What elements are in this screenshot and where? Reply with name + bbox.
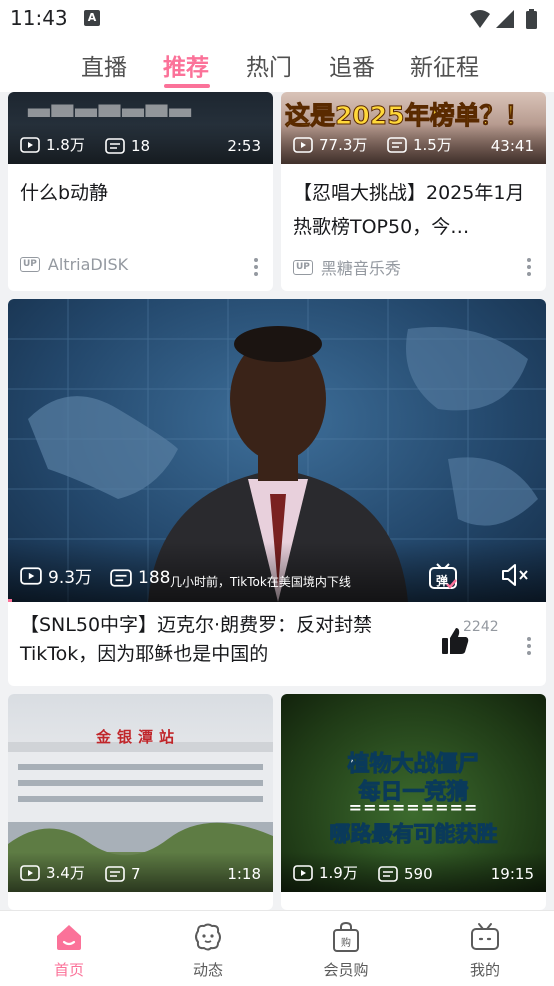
video-thumbnail: 金银潭站 3.4万 7 1:18 xyxy=(8,694,273,892)
duration: 2:53 xyxy=(227,137,261,155)
more-options-button[interactable] xyxy=(526,258,532,278)
dynamics-icon xyxy=(195,923,221,951)
play-count-icon xyxy=(20,864,40,881)
play-count-icon xyxy=(20,136,40,153)
danmaku-count: 590 xyxy=(404,865,433,883)
nav-mine[interactable]: 我的 xyxy=(445,919,525,980)
status-icons xyxy=(468,8,544,30)
featured-video-card[interactable]: 9.3万 188 几小时前，TikTok在美国境内下线 弹 【SNL50中字】迈… xyxy=(8,299,546,686)
duration: 19:15 xyxy=(490,865,534,883)
tab-hot[interactable]: 热门 xyxy=(246,48,292,82)
like-count: 2242 xyxy=(463,619,499,635)
duration: 1:18 xyxy=(227,865,261,883)
danmaku-count: 1.5万 xyxy=(413,136,452,154)
nav-home[interactable]: 首页 xyxy=(29,919,109,980)
video-title[interactable]: 什么b动静 xyxy=(20,176,259,210)
top-tabs: 直播 推荐 热门 追番 新征程 xyxy=(0,38,554,92)
duration: 43:41 xyxy=(490,137,534,155)
progress-bar xyxy=(8,599,12,602)
danmaku-icon xyxy=(378,866,398,882)
view-count: 77.3万 xyxy=(319,136,368,154)
wifi-icon xyxy=(470,10,490,28)
notification-icon: A xyxy=(84,10,100,26)
danmaku-icon xyxy=(105,866,125,882)
svg-text:购: 购 xyxy=(341,936,351,949)
danmaku-count: 7 xyxy=(131,865,141,883)
view-count: 3.4万 xyxy=(46,864,85,882)
mute-button[interactable] xyxy=(500,562,530,588)
status-bar: 11:43 A xyxy=(0,0,554,38)
danmaku-icon xyxy=(387,136,407,153)
uploader-name[interactable]: 黑糖音乐秀 xyxy=(321,255,401,279)
home-icon xyxy=(57,925,81,950)
up-badge: UP xyxy=(293,259,313,275)
danmaku-toggle-label: 弹 xyxy=(436,574,449,588)
view-count: 1.9万 xyxy=(319,864,358,882)
video-card[interactable]: 这是2025年榜单？！ 77.3万 1.5万 43:41 【忍唱大挑战】2025… xyxy=(281,92,546,291)
nav-label: 首页 xyxy=(53,961,84,979)
tab-live[interactable]: 直播 xyxy=(81,48,127,82)
video-thumbnail: 植物大战僵尸 每日一竞猜 ========= 哪路最有可能获胜 1.9万 590… xyxy=(281,694,546,892)
video-title[interactable]: 【忍唱大挑战】2025年1月热歌榜TOP50，今… xyxy=(293,176,532,244)
signal-icon xyxy=(496,10,514,28)
video-card[interactable]: 植物大战僵尸 每日一竞猜 ========= 哪路最有可能获胜 1.9万 590… xyxy=(281,694,546,910)
bottom-navigation: 首页 动态 购 会员购 我的 xyxy=(0,910,554,986)
view-count: 1.8万 xyxy=(46,136,85,154)
uploader-name[interactable]: AltriaDISK xyxy=(48,255,128,274)
nav-dynamics[interactable]: 动态 xyxy=(168,919,248,980)
tab-bangumi[interactable]: 追番 xyxy=(329,48,375,82)
nav-label: 我的 xyxy=(469,961,500,979)
status-time: 11:43 xyxy=(10,6,68,30)
video-card[interactable]: ▂▃▂▃▂▃▂ 1.8万 18 2:53 什么b动静 UP AltriaDISK xyxy=(8,92,273,291)
up-badge: UP xyxy=(20,257,40,272)
video-player[interactable]: 9.3万 188 几小时前，TikTok在美国境内下线 弹 xyxy=(8,299,546,602)
thumbnail-text-line3: 哪路最有可能获胜 xyxy=(329,822,498,847)
nav-label: 会员购 xyxy=(323,961,369,979)
video-card[interactable]: 金银潭站 3.4万 7 1:18 xyxy=(8,694,273,910)
tab-recommend[interactable]: 推荐 xyxy=(163,48,209,82)
danmaku-icon xyxy=(105,138,125,154)
play-count-icon xyxy=(293,864,313,881)
thumbnail-divider: ========= xyxy=(348,798,479,817)
volume-mute-icon xyxy=(502,564,528,586)
video-title[interactable]: 【SNL50中字】迈克尔·朗费罗：反对封禁TikTok，因为耶稣也是中国的 xyxy=(20,611,436,669)
play-count-icon xyxy=(20,566,42,585)
nav-label: 动态 xyxy=(192,961,223,979)
more-options-button[interactable] xyxy=(526,637,532,657)
subtitle-caption: 几小时前，TikTok在美国境内下线 xyxy=(170,575,351,589)
shopping-bag-icon: 购 xyxy=(333,921,359,952)
station-sign: 金银潭站 xyxy=(96,728,181,746)
danmaku-count: 18 xyxy=(131,137,151,155)
video-thumbnail: 这是2025年榜单？！ 77.3万 1.5万 43:41 xyxy=(281,92,546,164)
danmaku-count: 188 xyxy=(138,568,171,588)
active-tab-indicator xyxy=(164,84,210,88)
more-options-button[interactable] xyxy=(253,258,259,278)
danmaku-toggle-button[interactable]: 弹 xyxy=(428,562,457,590)
tab-new-journey[interactable]: 新征程 xyxy=(410,48,479,82)
tv-profile-icon xyxy=(471,923,499,950)
view-count: 9.3万 xyxy=(48,568,93,588)
play-count-icon xyxy=(293,136,313,153)
nav-member-shop[interactable]: 购 会员购 xyxy=(306,919,386,980)
danmaku-icon xyxy=(110,569,132,587)
video-thumbnail: ▂▃▂▃▂▃▂ 1.8万 18 2:53 xyxy=(8,92,273,164)
battery-icon xyxy=(526,11,537,29)
